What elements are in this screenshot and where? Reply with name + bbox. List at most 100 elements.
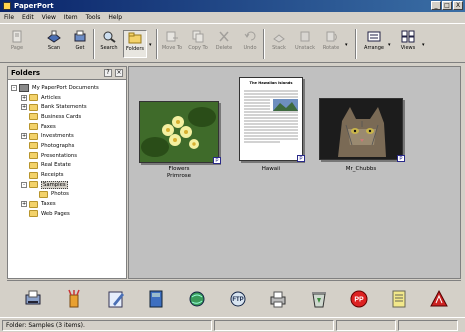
folder-icon [29,142,38,150]
maximize-button[interactable]: □ [442,1,452,10]
move-to-button[interactable]: Move To [160,30,184,58]
item-caption: Mr_Chubbs [345,166,377,172]
scan-button[interactable]: Scan [42,30,66,58]
menu-tools[interactable]: Tools [86,14,101,21]
views-button[interactable]: Views [396,30,420,58]
views-icon [401,30,415,43]
menu-item[interactable]: Item [64,14,78,21]
tree-spacer [21,210,27,217]
get-label: Get [75,45,85,51]
expand-icon[interactable]: + [21,94,27,101]
undo-label: Undo [243,45,257,51]
views-dropdown-icon[interactable]: ▾ [422,42,425,48]
pp-icon-label: PP [354,297,364,304]
menu-edit[interactable]: Edit [22,14,34,21]
close-panel-icon[interactable]: × [115,69,123,77]
folder-tree: - My PaperPort Documents + Articles + Bank St… [8,80,126,219]
tree-spacer [21,152,27,159]
copy-to-button[interactable]: Copy To [186,30,210,58]
folder-label: My PaperPort Documents [32,84,99,91]
ftp-icon-label: FTP [232,297,243,303]
rotate-dropdown-icon[interactable]: ▾ [345,42,348,48]
folder-label: Presentations [41,152,78,159]
page-icon [12,30,22,43]
close-button[interactable]: X [453,1,463,10]
paperport-badge-icon: p [397,155,405,162]
globe-app-icon[interactable] [188,289,206,309]
minimize-button[interactable]: _ [431,1,441,10]
stack-icon [273,34,285,43]
arrange-icon [367,31,381,42]
folder-label: Photographs [41,142,75,149]
cat-photo[interactable] [319,98,403,160]
folder-tree-item[interactable]: Photographs [11,141,126,151]
notepad-app-icon[interactable] [390,289,408,309]
ftp-app-icon[interactable]: FTP [229,289,247,309]
book-app-icon[interactable] [147,289,165,309]
rotate-icon [326,31,337,42]
pp-app-icon[interactable]: PP [350,289,368,309]
hawaii-document[interactable]: The Hawaiian Islands [239,77,303,161]
printer-app-icon[interactable] [269,289,287,309]
title-bar: PaperPort _ □ X [0,0,465,12]
menu-view[interactable]: View [42,14,56,21]
folder-label: Bank Statements [41,104,87,111]
get-icon [74,30,86,42]
folder-tree-item[interactable]: Web Pages [11,209,126,219]
folder-tree-item[interactable]: + Taxes [11,199,126,209]
folder-tree-item[interactable]: Real Estate [11,161,126,171]
folder-tree-item[interactable]: - My PaperPort Documents [11,83,126,93]
status-cell-3 [336,319,396,331]
page-button[interactable]: Page [5,30,29,58]
copy-to-label: Copy To [188,45,208,51]
delete-button[interactable]: Delete [212,30,236,58]
doc-title: The Hawaiian Islands [249,81,293,85]
folder-tree-item[interactable]: + Bank Statements [11,102,126,112]
expand-icon[interactable]: + [21,104,27,111]
collapse-icon[interactable]: - [21,181,27,188]
folders-button[interactable]: Folders [123,30,147,58]
menu-help[interactable]: Help [108,14,122,21]
move-to-label: Move To [161,45,183,51]
views-label: Views [400,45,416,51]
folder-tree-item[interactable]: Faxes [11,122,126,132]
rotate-label: Rotate [322,45,340,51]
recycle-app-icon[interactable] [310,289,328,309]
paint-app-icon[interactable] [65,289,83,309]
folder-tree-item[interactable]: Presentations [11,151,126,161]
menu-file[interactable]: File [4,14,14,21]
tree-spacer [21,172,27,179]
folders-icon [128,32,142,44]
menu-bar: File Edit View Item Tools Help [0,12,465,23]
folder-tree-item[interactable]: + Investments [11,131,126,141]
expand-icon[interactable]: + [21,201,27,208]
arrange-button[interactable]: Arrange [362,30,386,58]
folders-dropdown-icon[interactable]: ▾ [149,42,152,48]
folder-label: Faxes [41,123,56,130]
folder-label: Samples [41,180,68,189]
flowers-photo[interactable] [139,101,219,163]
get-button[interactable]: Get [68,30,92,58]
folder-tree-item[interactable]: - Samples [11,180,126,190]
item-caption: Flowers [168,166,190,172]
folder-tree-item[interactable]: Receipts [11,170,126,180]
unstack-button[interactable]: Unstack [293,30,317,58]
editor-app-icon[interactable] [107,289,125,309]
help-icon[interactable]: ? [104,69,112,77]
rotate-button[interactable]: Rotate [319,30,343,58]
folder-tree-item[interactable]: Photos [11,190,126,200]
expand-icon[interactable]: + [21,133,27,140]
move-to-icon [166,31,178,42]
search-button[interactable]: Search [97,30,121,58]
folders-label: Folders [125,46,145,52]
folder-tree-item[interactable]: + Articles [11,93,126,103]
scan-app-icon[interactable] [24,289,42,309]
collapse-icon[interactable]: - [11,84,17,91]
paperport-badge-icon: p [297,155,305,162]
folder-tree-item[interactable]: Business Cards [11,112,126,122]
stack-button[interactable]: Stack [267,30,291,58]
item-caption-2: Primrose [166,173,192,179]
undo-button[interactable]: Undo [238,30,262,58]
arrange-dropdown-icon[interactable]: ▾ [388,42,391,48]
acrobat-app-icon[interactable] [430,289,448,309]
